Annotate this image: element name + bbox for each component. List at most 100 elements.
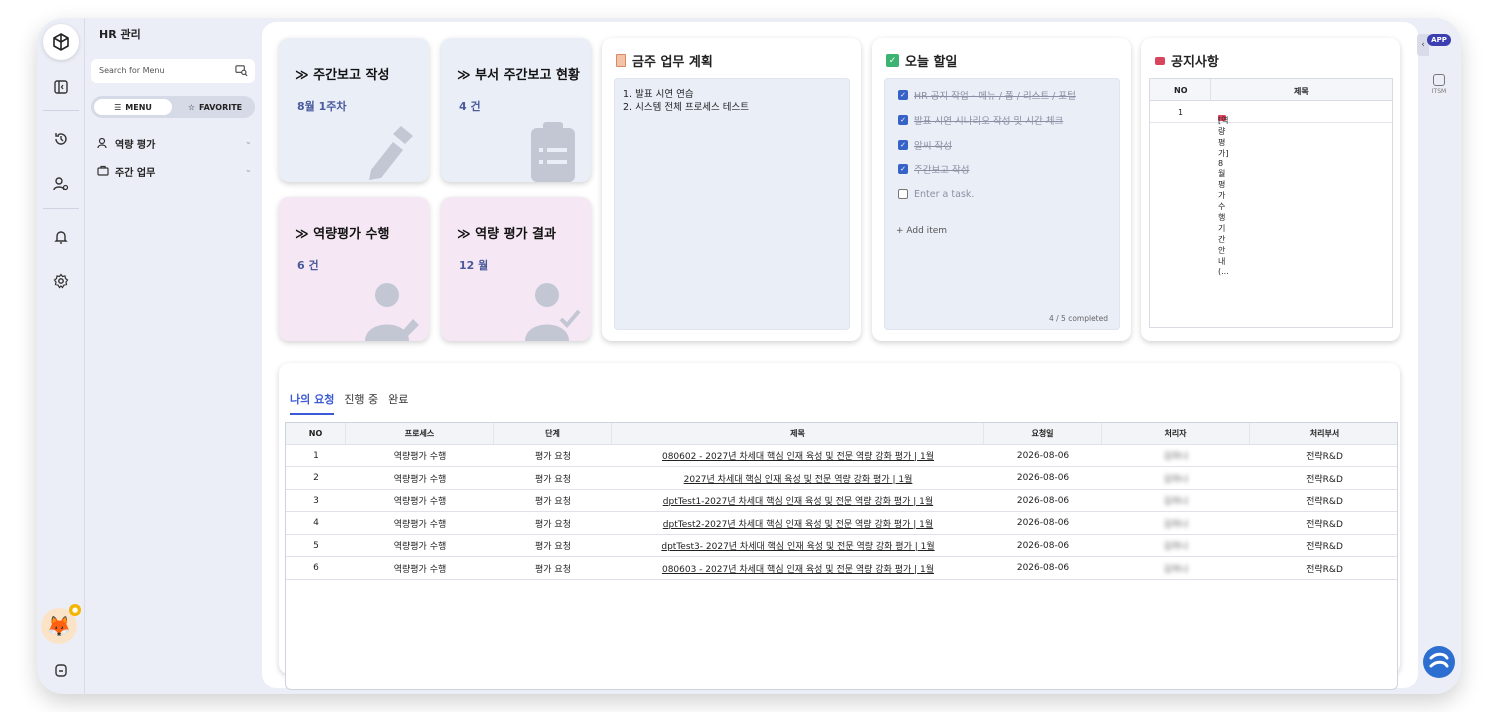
requests-tabs: 나의 요청 진행 중 완료 xyxy=(290,391,408,415)
app-logo-icon[interactable] xyxy=(43,24,79,60)
cell-date: 2026-08-06 xyxy=(984,558,1102,579)
user-edit-icon xyxy=(365,283,419,341)
cell-title[interactable]: 2027년 차세대 핵심 인재 육성 및 전문 역량 강화 평가 | 1월 xyxy=(612,468,984,489)
app-frame: 🦊 ● HR 관리 Search for Menu ☰ MENU ☆ FAVORITE… xyxy=(37,18,1461,694)
user-settings-icon[interactable] xyxy=(49,172,73,196)
completed-count: 4 / 5 completed xyxy=(1048,314,1108,323)
menu-item-weekly-work[interactable]: 주간 업무 ⌄ xyxy=(97,163,253,179)
cell-date: 2026-08-06 xyxy=(984,490,1102,511)
cell-text: 역량평가 수행 xyxy=(393,497,447,507)
tile-eval-result[interactable]: ≫ 역량 평가 결과 12 월 xyxy=(441,197,591,341)
todo-list: ✓ HR 공지 작업 - 메뉴 / 폼 / 리스트 / 포털 ✓ 발표 시연 시나리… xyxy=(884,78,1120,330)
table-row[interactable]: 5 역량평가 수행 평가 요청 dptTest3- 2027년 차세대 핵심 인재 육… xyxy=(286,535,1397,557)
cell-title[interactable]: 080603 - 2027년 차세대 핵심 인재 육성 및 전문 역량 강화 평… xyxy=(612,558,984,579)
cell-text: 전략R&D xyxy=(1306,497,1343,507)
cell-text: 김하나 xyxy=(1163,519,1189,530)
cell-step: 평가 요청 xyxy=(494,535,612,556)
table-row[interactable]: 6 역량평가 수행 평가 요청 080603 - 2027년 차세대 핵심 인재 육성… xyxy=(286,558,1397,580)
requests-table: NO 프로세스 단계 제목 요청일 처리자 처리부서 1 역량평가 수행 평가 요청… xyxy=(285,422,1398,690)
request-title-link[interactable]: 080602 - 2027년 차세대 핵심 인재 육성 및 전문 역량 강화 평… xyxy=(662,449,934,462)
cell-process: 역량평가 수행 xyxy=(346,445,494,466)
cell-step: 평가 요청 xyxy=(494,490,612,511)
tab-favorite[interactable]: ☆ FAVORITE xyxy=(177,99,253,115)
tab-my-requests[interactable]: 나의 요청 xyxy=(290,391,335,415)
weekly-plan-text[interactable]: 1. 발표 시연 연습 2. 시스템 전체 프로세스 테스트 xyxy=(614,78,850,330)
cell-text: 김하나 xyxy=(1163,497,1189,507)
cell-no: 5 xyxy=(286,535,346,556)
cell-step: 평가 요청 xyxy=(494,468,612,489)
cell-text: 6 xyxy=(313,563,319,573)
star-icon: ☆ xyxy=(187,102,196,112)
cell-title[interactable]: dptTest3- 2027년 차세대 핵심 인재 육성 및 전문 역량 강화 … xyxy=(612,535,984,556)
bell-icon[interactable] xyxy=(49,225,73,249)
panel-toggle-icon[interactable] xyxy=(49,75,73,99)
itsm-button[interactable]: ITSM xyxy=(1428,74,1450,95)
cell-text: 전략R&D xyxy=(1306,542,1343,552)
cell-text: 2 xyxy=(313,473,319,483)
cell-text: 2026-08-06 xyxy=(1016,450,1070,461)
cell-no: 1 xyxy=(286,445,346,466)
tile-dept-weekly[interactable]: ≫ 부서 주간보고 현황 4 건 xyxy=(441,38,591,182)
request-title-link[interactable]: 080603 - 2027년 차세대 핵심 인재 육성 및 전문 역량 강화 평… xyxy=(662,562,934,575)
todo-item[interactable]: ✓ HR 공지 작업 - 메뉴 / 폼 / 리스트 / 포털 xyxy=(898,88,1076,102)
cell-text: 평가 요청 xyxy=(535,452,571,462)
notice-header-row: NO 제목 xyxy=(1150,79,1392,101)
gear-icon[interactable] xyxy=(49,269,73,293)
user-avatar[interactable]: 🦊 ● xyxy=(41,604,81,644)
todo-item[interactable]: ✓ 주간보고 작성 xyxy=(898,162,969,176)
tab-menu[interactable]: ☰ MENU xyxy=(94,99,172,115)
tab-completed[interactable]: 완료 xyxy=(388,391,408,415)
cell-process: 역량평가 수행 xyxy=(346,513,494,534)
cell-dept: 전략R&D xyxy=(1250,558,1399,579)
tab-in-progress[interactable]: 진행 중 xyxy=(344,391,378,415)
cell-date: 2026-08-06 xyxy=(984,445,1102,466)
cell-text: 평가 요청 xyxy=(535,542,571,552)
table-row[interactable]: 1 역량평가 수행 평가 요청 080602 - 2027년 차세대 핵심 인재 육성… xyxy=(286,445,1397,467)
cell-title[interactable]: dptTest1-2027년 차세대 핵심 인재 육성 및 전문 역량 강화 평… xyxy=(612,490,984,511)
checked-box-icon[interactable]: ✓ xyxy=(898,164,908,174)
app-button[interactable]: APP xyxy=(1427,34,1451,46)
logout-icon[interactable] xyxy=(49,658,73,682)
request-title-link[interactable]: 2027년 차세대 핵심 인재 육성 및 전문 역량 강화 평가 | 1월 xyxy=(684,472,913,485)
cell-text: 2026-08-06 xyxy=(1016,563,1070,573)
cell-title[interactable]: dptTest2-2027년 차세대 핵심 인재 육성 및 전문 역량 강화 평… xyxy=(612,513,984,534)
cell-dept: 전략R&D xyxy=(1250,513,1399,534)
cell-text: 역량평가 수행 xyxy=(393,474,447,485)
menu-search-input[interactable]: Search for Menu xyxy=(91,59,255,83)
new-task-input[interactable]: Enter a task. xyxy=(914,189,974,200)
table-row[interactable]: 3 역량평가 수행 평가 요청 dptTest1-2027년 차세대 핵심 인재 육성… xyxy=(286,490,1397,512)
chatbot-icon[interactable] xyxy=(1423,646,1455,678)
checked-box-icon[interactable]: ✓ xyxy=(898,115,908,125)
request-title-link[interactable]: dptTest3- 2027년 차세대 핵심 인재 육성 및 전문 역량 강화 … xyxy=(661,539,934,552)
request-title-link[interactable]: dptTest1-2027년 차세대 핵심 인재 육성 및 전문 역량 강화 평… xyxy=(663,494,933,507)
menu-item-capability-eval[interactable]: 역량 평가 ⌄ xyxy=(97,135,253,151)
tile-weekly-report[interactable]: ≫ 주간보고 작성 8월 1주차 xyxy=(279,38,429,182)
cell-text: 역량평가 수행 xyxy=(393,519,447,530)
notice-header: 공지사항 xyxy=(1155,51,1219,70)
cell-dept: 전략R&D xyxy=(1250,535,1399,556)
table-row[interactable]: 2 역량평가 수행 평가 요청 2027년 차세대 핵심 인재 육성 및 전문 역량 … xyxy=(286,468,1397,490)
notice-row[interactable]: 1 [역량 평가] 8월 평가 수행 기간 안내 (... xyxy=(1150,101,1392,276)
add-item-button[interactable]: + Add item xyxy=(896,226,947,236)
search-placeholder: Search for Menu xyxy=(99,66,165,75)
cell-text: 평가 요청 xyxy=(535,497,571,507)
weekly-plan-header: 금주 업무 계획 xyxy=(616,51,713,70)
table-row[interactable]: 4 역량평가 수행 평가 요청 dptTest2-2027년 차세대 핵심 인재 육성… xyxy=(286,513,1397,535)
cell-text: 4 xyxy=(313,518,319,528)
history-icon[interactable] xyxy=(49,127,73,151)
cell-process: 역량평가 수행 xyxy=(346,490,494,511)
empty-checkbox-icon[interactable] xyxy=(898,189,908,199)
checked-box-icon[interactable]: ✓ xyxy=(898,90,908,100)
request-title-link[interactable]: dptTest2-2027년 차세대 핵심 인재 육성 및 전문 역량 강화 평… xyxy=(663,517,933,530)
tile-value: 6 건 xyxy=(297,259,319,272)
cell-text: 전략R&D xyxy=(1306,452,1343,462)
cell-no: 4 xyxy=(286,513,346,534)
todo-item[interactable]: ✓ 발표 시연 시나리오 작성 및 시간 체크 xyxy=(898,113,1063,127)
tile-capability-eval[interactable]: ≫ 역량평가 수행 6 건 xyxy=(279,197,429,341)
cell-title[interactable]: 080602 - 2027년 차세대 핵심 인재 육성 및 전문 역량 강화 평… xyxy=(612,445,984,466)
checked-box-icon[interactable]: ✓ xyxy=(898,140,908,150)
todo-item[interactable]: ✓ 알씨 작성 xyxy=(898,138,952,152)
cell-process: 역량평가 수행 xyxy=(346,535,494,556)
new-task-row[interactable]: Enter a task. xyxy=(898,187,974,201)
cell-text: 5 xyxy=(313,540,319,551)
